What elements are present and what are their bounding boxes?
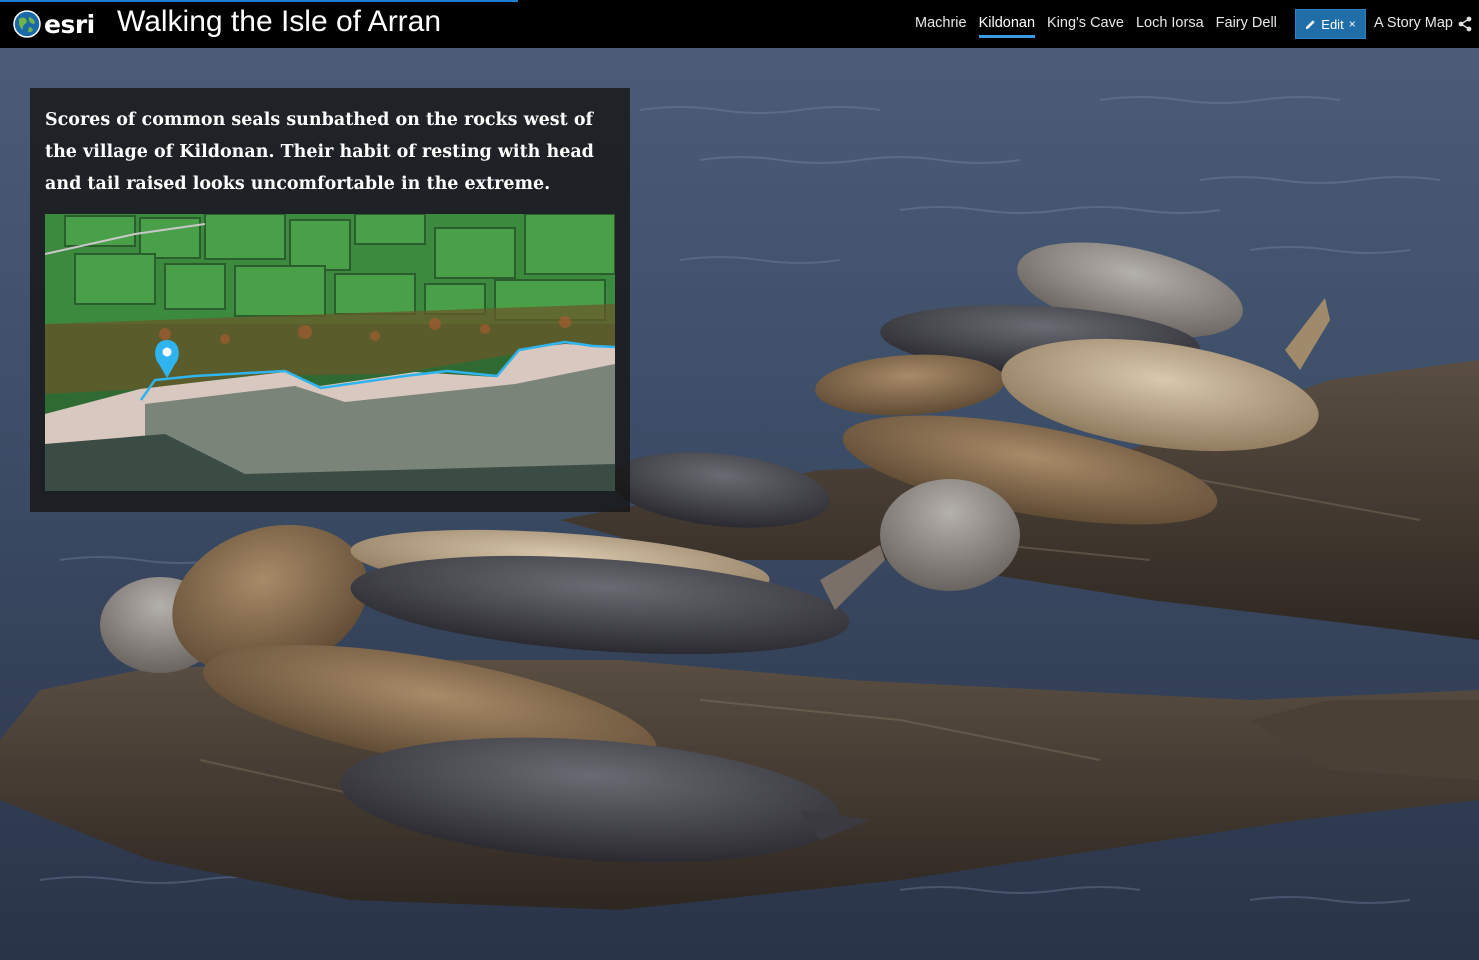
- edit-label: Edit: [1321, 16, 1344, 32]
- brand-name: esri: [44, 9, 95, 39]
- location-map[interactable]: [45, 214, 615, 491]
- caption-panel: Scores of common seals sunbathed on the …: [30, 88, 630, 512]
- share-icon[interactable]: [1457, 16, 1473, 32]
- nav-item-loch-iorsa[interactable]: Loch Iorsa: [1136, 14, 1204, 38]
- caption-text: Scores of common seals sunbathed on the …: [45, 110, 594, 194]
- nav-item-machrie[interactable]: Machrie: [915, 14, 967, 38]
- story-map-label[interactable]: A Story Map: [1374, 15, 1453, 31]
- close-icon: ×: [1348, 17, 1356, 31]
- nav-item-kings-cave[interactable]: King's Cave: [1047, 14, 1124, 38]
- app-header: esri Walking the Isle of Arran Machrie K…: [0, 0, 1479, 48]
- section-nav: Machrie Kildonan King's Cave Loch Iorsa …: [915, 14, 1289, 38]
- nav-item-kildonan[interactable]: Kildonan: [978, 14, 1036, 38]
- nav-item-fairy-dell[interactable]: Fairy Dell: [1216, 14, 1277, 38]
- edit-button[interactable]: Edit ×: [1295, 9, 1366, 39]
- satellite-map-image: [45, 214, 615, 491]
- globe-icon: [13, 10, 41, 38]
- esri-logo[interactable]: esri: [12, 9, 95, 39]
- pencil-icon: [1306, 19, 1315, 29]
- story-progress-bar: [0, 0, 518, 2]
- story-title: Walking the Isle of Arran: [117, 5, 442, 38]
